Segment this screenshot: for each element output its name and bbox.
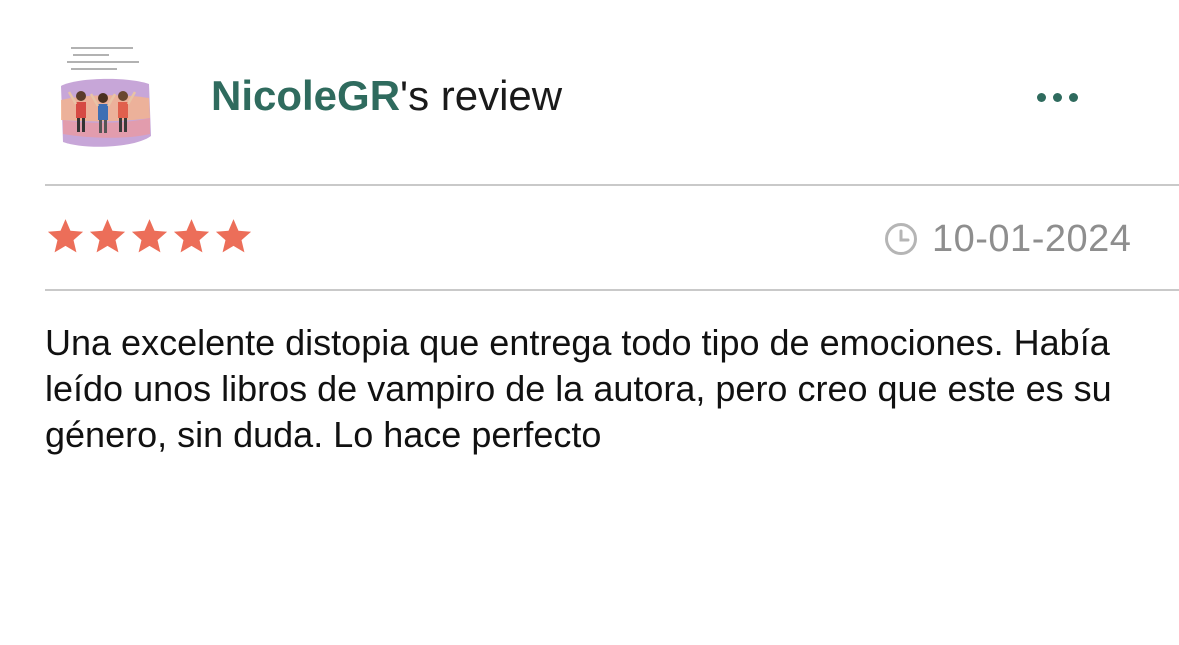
avatar[interactable] bbox=[55, 38, 155, 153]
star-icon bbox=[89, 219, 126, 253]
clock-icon bbox=[885, 223, 917, 255]
review-header-title: NicoleGR's review bbox=[211, 70, 562, 122]
star-rating bbox=[45, 216, 254, 257]
review-date: 10-01-2024 bbox=[884, 216, 1131, 262]
ellipsis-icon-dot bbox=[1068, 92, 1078, 102]
star-icon bbox=[215, 219, 252, 253]
more-options-button[interactable] bbox=[1024, 80, 1090, 114]
review-text: Una excelente distopia que entrega todo … bbox=[45, 322, 1112, 455]
header-divider bbox=[45, 184, 1179, 186]
star-icon bbox=[47, 219, 84, 253]
star-icon bbox=[131, 219, 168, 253]
star-icon bbox=[173, 219, 210, 253]
rating-divider bbox=[45, 289, 1179, 291]
reviewer-username-link[interactable]: NicoleGR bbox=[211, 72, 400, 119]
review-page: NicoleGR's review 10-01-2024 Una excelen… bbox=[0, 0, 1179, 645]
ellipsis-icon-dot bbox=[1052, 92, 1062, 102]
review-date-text: 10-01-2024 bbox=[932, 217, 1132, 260]
review-title-suffix: 's review bbox=[400, 72, 563, 119]
ellipsis-icon bbox=[1036, 92, 1046, 102]
avatar-illustration bbox=[61, 47, 151, 147]
